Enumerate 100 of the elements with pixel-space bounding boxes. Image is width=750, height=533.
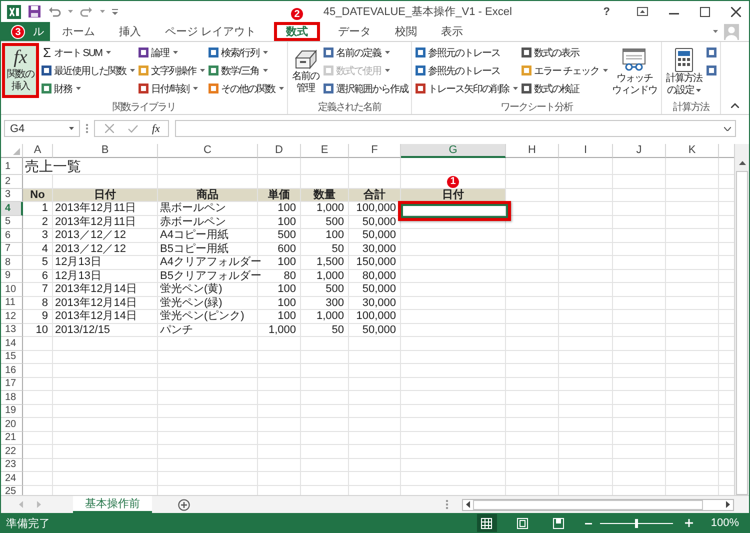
row-header[interactable]: 14	[1, 337, 23, 350]
row-header[interactable]: 20	[1, 418, 23, 432]
file-tab[interactable]: ル	[31, 22, 50, 41]
split-handle-icon[interactable]	[446, 500, 448, 509]
row-header[interactable]: 15	[1, 350, 23, 364]
column-header[interactable]: D	[258, 144, 301, 158]
column-header[interactable]: I	[559, 144, 613, 158]
customize-toolbar-icon[interactable]	[112, 8, 118, 14]
row-header[interactable]: 16	[1, 364, 23, 378]
group-label: 定義された名前	[317, 100, 382, 114]
collapse-ribbon-icon[interactable]	[731, 103, 739, 108]
column-header[interactable]: A	[23, 144, 53, 158]
column-header[interactable]: B	[53, 144, 158, 158]
row-header[interactable]: 19	[1, 404, 23, 418]
caret-icon[interactable]	[713, 30, 718, 34]
ribbon-button[interactable]: 日付/時刻	[137, 80, 206, 97]
ribbon-button[interactable]: fx 関数の 挿入	[2, 43, 39, 98]
row-header[interactable]: 4	[1, 202, 23, 216]
column-header[interactable]: J	[613, 144, 666, 158]
scroll-thumb[interactable]	[736, 171, 748, 495]
ribbon-button[interactable]: 参照先のトレース	[414, 62, 519, 79]
column-header[interactable]: E	[301, 144, 349, 158]
close-icon[interactable]	[731, 6, 742, 16]
row-header[interactable]: 11	[1, 296, 23, 310]
row-header[interactable]: 6	[1, 229, 23, 242]
table-cell: 300	[301, 296, 349, 310]
ribbon-tab[interactable]: データ	[326, 22, 384, 41]
ribbon-button[interactable]: 検索/行列	[207, 44, 285, 61]
ribbon-tab[interactable]: 表示	[429, 22, 476, 41]
ribbon-button[interactable]: トレース矢印の削除	[414, 80, 519, 97]
ribbon-button[interactable]: 名前の 管理	[290, 44, 321, 99]
ribbon-button[interactable]: その他の関数	[207, 80, 285, 97]
row-header[interactable]: 2	[1, 175, 23, 188]
sheet-tab[interactable]: 基本操作前	[73, 496, 152, 513]
help-button[interactable]: ?	[597, 6, 616, 18]
save-icon[interactable]	[28, 5, 41, 18]
ribbon-button[interactable]: 最近使用した関数	[40, 62, 136, 79]
row-header[interactable]: 17	[1, 378, 23, 391]
ribbon-button[interactable]: 論理	[137, 44, 206, 61]
row-header[interactable]: 13	[1, 324, 23, 337]
zoom-level[interactable]: 100%	[710, 517, 739, 529]
zoom-in-icon[interactable]	[684, 519, 693, 527]
row-header[interactable]: 5	[1, 216, 23, 229]
ribbon-tab[interactable]: 挿入	[107, 22, 153, 41]
row-header[interactable]: 22	[1, 445, 23, 458]
slider-thumb[interactable]	[634, 518, 638, 528]
row-header[interactable]: 24	[1, 472, 23, 486]
maximize-icon[interactable]	[700, 6, 710, 16]
row-header[interactable]: 18	[1, 391, 23, 404]
ribbon-button[interactable]: エラー チェック	[520, 62, 609, 79]
vertical-scrollbar[interactable]	[734, 144, 749, 495]
row-header[interactable]: 12	[1, 310, 23, 324]
column-header[interactable]: K	[666, 144, 719, 158]
ribbon-button[interactable]: 数式の検証	[520, 80, 609, 97]
redo-icon[interactable]	[80, 6, 93, 17]
table-cell	[559, 216, 613, 229]
ribbon-button[interactable]: 選択範囲から作成	[322, 80, 409, 97]
caret-icon[interactable]	[68, 10, 73, 14]
ribbon-button[interactable]: 参照元のトレース	[414, 44, 519, 61]
ribbon-tab[interactable]: 校閲	[383, 22, 430, 41]
ribbon-button[interactable]: ウォッチ ウィンドウ	[610, 44, 659, 99]
row-header[interactable]: 9	[1, 270, 23, 283]
row-header[interactable]: 7	[1, 242, 23, 256]
row-header[interactable]: 8	[1, 256, 23, 270]
column-header[interactable]: H	[506, 144, 559, 158]
ribbon-tab[interactable]: ホーム	[50, 22, 107, 41]
name-box[interactable]: G4	[4, 120, 80, 137]
caret-icon[interactable]	[100, 10, 105, 14]
ribbon-display-icon[interactable]	[637, 7, 648, 16]
active-cell[interactable]	[398, 201, 511, 220]
ribbon-button[interactable]: 財務	[40, 80, 136, 97]
column-header[interactable]: G	[401, 144, 506, 158]
undo-icon[interactable]	[48, 6, 61, 17]
row-header[interactable]: 1	[1, 158, 23, 175]
scroll-left-icon[interactable]	[466, 501, 470, 508]
table-cell	[613, 458, 666, 472]
formula-input[interactable]	[174, 120, 736, 137]
ribbon-button[interactable]: Σ オート SUM	[40, 44, 136, 61]
ribbon-button[interactable]: 数学/三角	[207, 62, 285, 79]
drag-handle-icon[interactable]	[86, 124, 88, 133]
ribbon-button[interactable]: 数式の表示	[520, 44, 609, 61]
row-header[interactable]: 23	[1, 458, 23, 472]
table-cell: 2013年12月14日	[53, 283, 158, 296]
table-cell	[258, 158, 301, 175]
ribbon-tab[interactable]: ページ レイアウト	[153, 22, 268, 41]
ribbon-button[interactable]: 計算方法 の設定	[664, 44, 704, 99]
scroll-right-icon[interactable]	[726, 501, 730, 508]
column-header[interactable]: C	[158, 144, 258, 158]
row-header[interactable]: 10	[1, 283, 23, 296]
ribbon-button[interactable]: 名前の定義	[322, 44, 409, 61]
view-button[interactable]	[476, 514, 497, 532]
caret-icon	[76, 86, 81, 90]
insert-function-button[interactable]: fx	[152, 122, 160, 134]
scroll-thumb[interactable]	[473, 500, 703, 510]
add-sheet-icon[interactable]	[178, 498, 190, 510]
scroll-up-icon[interactable]	[738, 161, 746, 165]
row-header[interactable]: 21	[1, 432, 23, 445]
ribbon-button[interactable]: 文字列操作	[137, 62, 206, 79]
horizontal-scrollbar[interactable]	[462, 498, 734, 510]
expand-icon[interactable]	[724, 126, 731, 130]
